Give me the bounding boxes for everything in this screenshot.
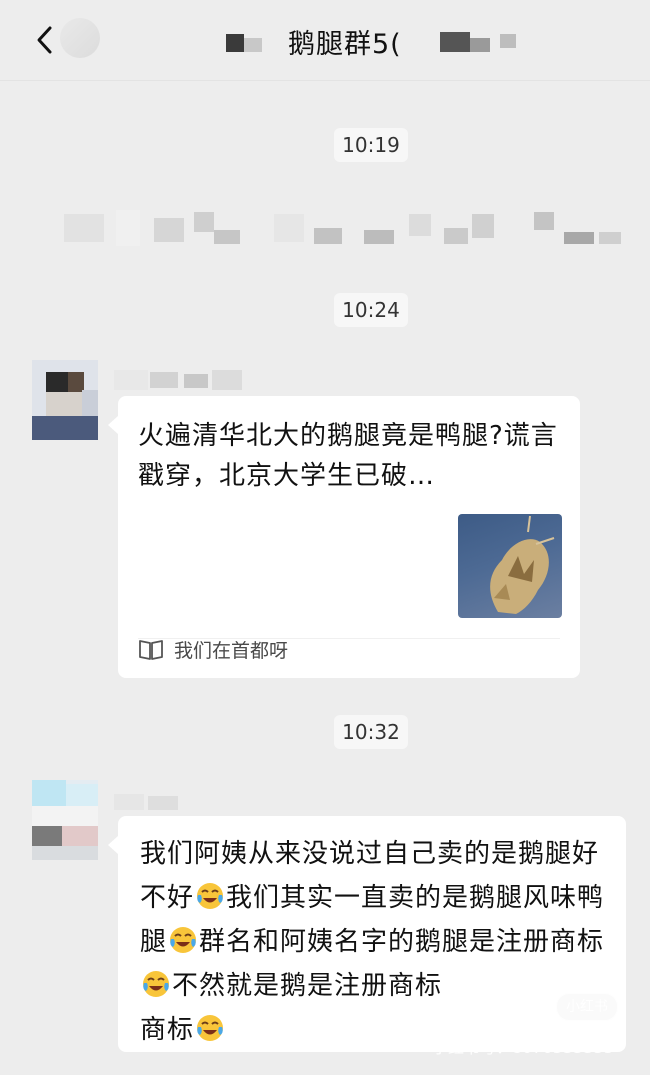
face-with-tears-of-joy-icon <box>143 971 169 997</box>
header-avatar[interactable] <box>60 18 100 58</box>
blurred-system-message <box>64 210 624 246</box>
timestamp: 10:32 <box>334 715 408 749</box>
timestamp: 10:24 <box>334 293 408 327</box>
article-source: 我们在首都呀 <box>174 640 289 662</box>
text-message-bubble[interactable]: 我们阿姨从来没说过自己卖的是鹅腿好不好 我们其实一直卖的是鹅腿风味鸭腿 群名和阿姨名… <box>108 816 626 1052</box>
face-with-tears-of-joy-icon <box>197 883 224 909</box>
message-text-part: 群名和阿姨名字的鹅腿是注册商标 <box>199 927 605 957</box>
book-icon <box>139 640 163 660</box>
shared-article-card[interactable]: 火遍清华北大的鹅腿竟是鸭腿?谎言戳穿，北京大学生已破… 我们在首都呀 <box>108 396 580 678</box>
article-title: 火遍清华北大的鹅腿竟是鸭腿?谎言戳穿，北京大学生已破… <box>138 421 558 491</box>
chat-title: 鹅腿群5( <box>288 29 402 60</box>
blurred-sender-name <box>114 794 184 810</box>
sender-avatar[interactable] <box>32 360 98 440</box>
face-with-tears-of-joy-icon <box>197 1015 224 1041</box>
face-with-tears-of-joy-icon <box>170 927 197 953</box>
watermark-id: 小红书号：8070535355 <box>432 1038 614 1057</box>
article-thumbnail <box>458 514 562 618</box>
blurred-sender-name <box>114 370 246 390</box>
message-text-part: 不然就是鹅是注册商标 <box>172 971 443 1001</box>
message-text-part: 商标 <box>140 1015 195 1045</box>
blurred-name-right <box>440 32 520 52</box>
sender-avatar[interactable] <box>32 780 98 860</box>
blurred-name-left <box>226 34 262 52</box>
timestamp: 10:19 <box>334 128 408 162</box>
chat-header: 鹅腿群5( <box>0 0 650 81</box>
message-text: 我们阿姨从来没说过自己卖的是鹅腿好不好 我们其实一直卖的是鹅腿风味鸭腿 群名和阿姨名… <box>140 832 608 1052</box>
watermark-logo: 小红书 <box>556 993 618 1021</box>
